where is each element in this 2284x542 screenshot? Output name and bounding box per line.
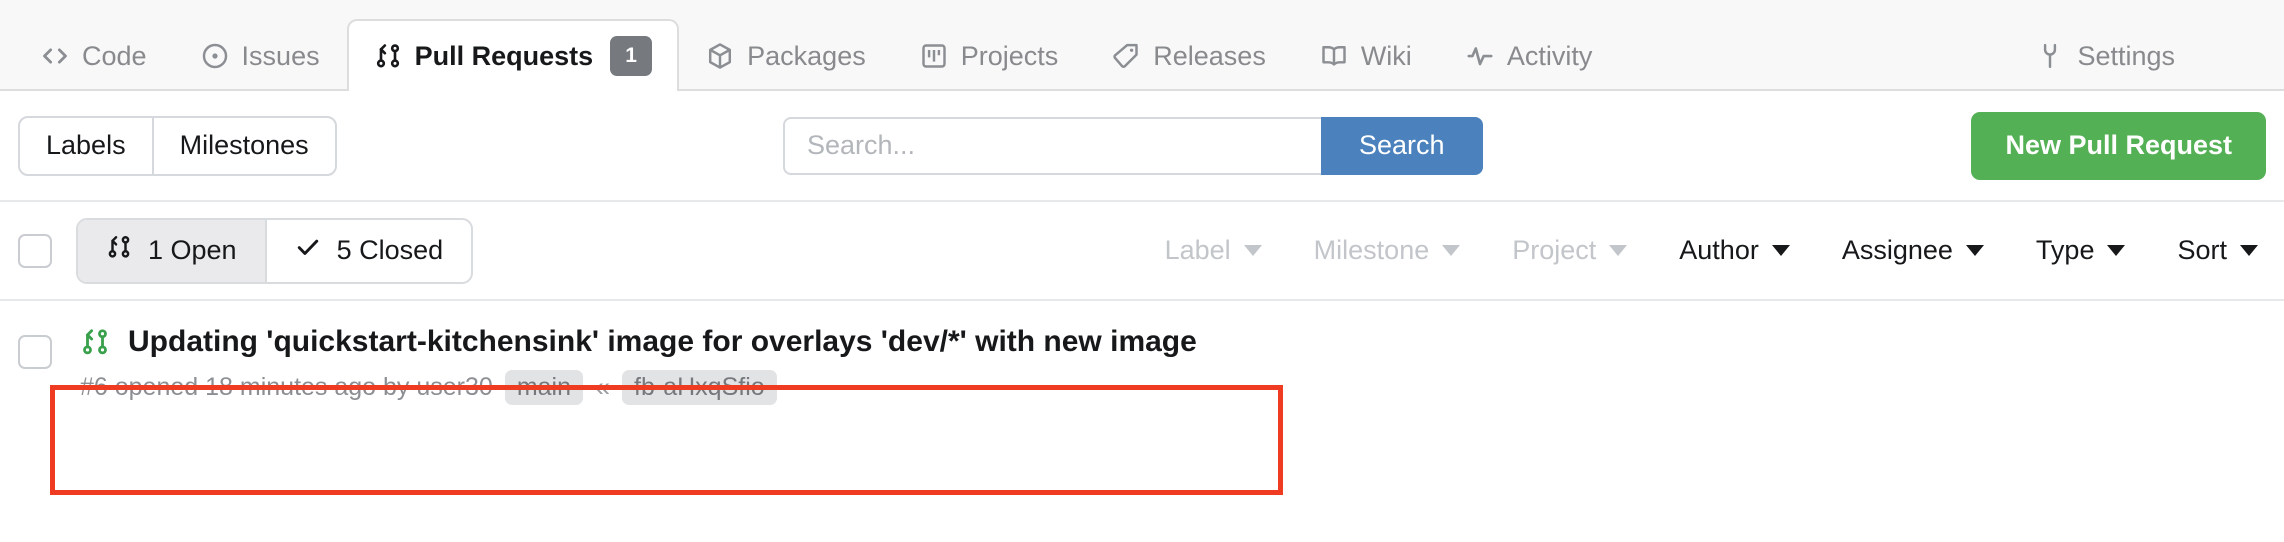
- filter-author-text: Author: [1679, 235, 1759, 265]
- filter-open-label: 1 Open: [148, 235, 237, 265]
- chevron-down-icon: [1965, 245, 1984, 256]
- pull-request-title[interactable]: Updating 'quickstart-kitchensink' image …: [128, 325, 1197, 358]
- filter-sort-text: Sort: [2177, 235, 2227, 265]
- chevron-down-icon: [1243, 245, 1262, 256]
- pull-requests-toolbar: Labels Milestones Search New Pull Reques…: [0, 91, 2284, 200]
- tab-label: Code: [82, 40, 147, 71]
- new-pull-request-button[interactable]: New Pull Request: [1971, 111, 2266, 180]
- nav-tabs-right: Settings: [2009, 19, 2284, 91]
- tab-label: Pull Requests: [414, 40, 594, 71]
- branch-arrow-icon: «: [595, 372, 611, 402]
- repo-nav-tabbar: Code Issues Pull Requests 1 Packages Pro…: [0, 0, 2284, 93]
- filter-label-text: Label: [1164, 235, 1231, 265]
- pull-request-list: Updating 'quickstart-kitchensink' image …: [0, 299, 2284, 411]
- filter-dropdowns: Label Milestone Project Author Assignee …: [1165, 235, 2258, 266]
- project-icon: [920, 42, 948, 70]
- tab-releases[interactable]: Releases: [1085, 19, 1293, 91]
- tab-projects[interactable]: Projects: [893, 19, 1086, 91]
- book-icon: [1320, 42, 1348, 70]
- head-branch-chip: fb-aHxqSfio: [622, 370, 777, 405]
- tag-icon: [1112, 42, 1140, 70]
- git-pull-request-icon: [106, 234, 132, 267]
- git-pull-request-icon: [374, 42, 402, 70]
- search-button[interactable]: Search: [1321, 116, 1483, 175]
- filter-type[interactable]: Type: [2036, 235, 2126, 266]
- tab-label: Issues: [241, 40, 320, 71]
- issue-opened-icon: [201, 42, 229, 70]
- pull-request-title-line: Updating 'quickstart-kitchensink' image …: [80, 325, 1197, 358]
- tab-label: Packages: [747, 40, 866, 71]
- search-form: Search: [783, 116, 1483, 175]
- pulse-icon: [1466, 42, 1494, 70]
- filter-label: Label: [1165, 235, 1262, 266]
- chevron-down-icon: [2107, 245, 2126, 256]
- tab-code[interactable]: Code: [14, 19, 174, 91]
- filter-sort[interactable]: Sort: [2177, 235, 2258, 266]
- package-icon: [706, 42, 734, 70]
- filter-type-text: Type: [2035, 235, 2095, 265]
- filter-open[interactable]: 1 Open: [78, 219, 267, 282]
- tab-settings[interactable]: Settings: [2009, 19, 2202, 91]
- tab-label: Activity: [1506, 40, 1593, 71]
- pull-request-checkbox[interactable]: [18, 335, 52, 369]
- pull-request-meta: #6 opened 18 minutes ago by user30 main …: [80, 370, 1197, 405]
- code-icon: [41, 42, 69, 70]
- search-input[interactable]: [783, 116, 1321, 175]
- chevron-down-icon: [2240, 245, 2258, 256]
- base-branch-chip: main: [504, 370, 583, 405]
- wrench-icon: [2036, 42, 2064, 70]
- filter-project-text: Project: [1512, 235, 1597, 265]
- filter-closed[interactable]: 5 Closed: [267, 220, 472, 282]
- tab-label: Releases: [1153, 40, 1266, 71]
- pull-request-meta-text: #6 opened 18 minutes ago by user30: [80, 373, 493, 401]
- tab-wiki[interactable]: Wiki: [1293, 19, 1439, 91]
- filter-author[interactable]: Author: [1679, 235, 1790, 266]
- check-icon: [295, 234, 321, 267]
- filter-milestone-text: Milestone: [1313, 235, 1430, 265]
- chevron-down-icon: [1771, 245, 1790, 256]
- git-pull-request-icon: [80, 327, 110, 357]
- tab-label: Settings: [2077, 40, 2175, 71]
- list-item[interactable]: Updating 'quickstart-kitchensink' image …: [0, 301, 2284, 411]
- pull-request-content: Updating 'quickstart-kitchensink' image …: [80, 325, 1197, 405]
- tab-label: Projects: [960, 40, 1059, 71]
- filter-project: Project: [1512, 235, 1628, 266]
- pull-requests-filterbar: 1 Open 5 Closed Label Milestone Project …: [0, 200, 2284, 299]
- filter-milestone: Milestone: [1314, 235, 1461, 266]
- filter-assignee[interactable]: Assignee: [1842, 235, 1984, 266]
- pull-requests-count-badge: 1: [610, 36, 653, 76]
- labels-milestones-group: Labels Milestones: [18, 115, 337, 176]
- tab-activity[interactable]: Activity: [1439, 19, 1620, 91]
- select-all-checkbox[interactable]: [18, 233, 52, 268]
- filter-assignee-text: Assignee: [1841, 235, 1953, 265]
- filter-closed-label: 5 Closed: [336, 235, 444, 265]
- labels-button[interactable]: Labels: [20, 117, 154, 174]
- tab-issues[interactable]: Issues: [174, 19, 347, 91]
- state-filter-group: 1 Open 5 Closed: [76, 217, 474, 284]
- tab-packages[interactable]: Packages: [679, 19, 893, 91]
- milestones-button[interactable]: Milestones: [154, 118, 335, 174]
- tab-pull-requests[interactable]: Pull Requests 1: [346, 19, 680, 93]
- chevron-down-icon: [1609, 245, 1628, 256]
- chevron-down-icon: [1442, 245, 1461, 256]
- tab-label: Wiki: [1360, 40, 1412, 71]
- nav-tabs-left: Code Issues Pull Requests 1 Packages Pro…: [0, 19, 1620, 93]
